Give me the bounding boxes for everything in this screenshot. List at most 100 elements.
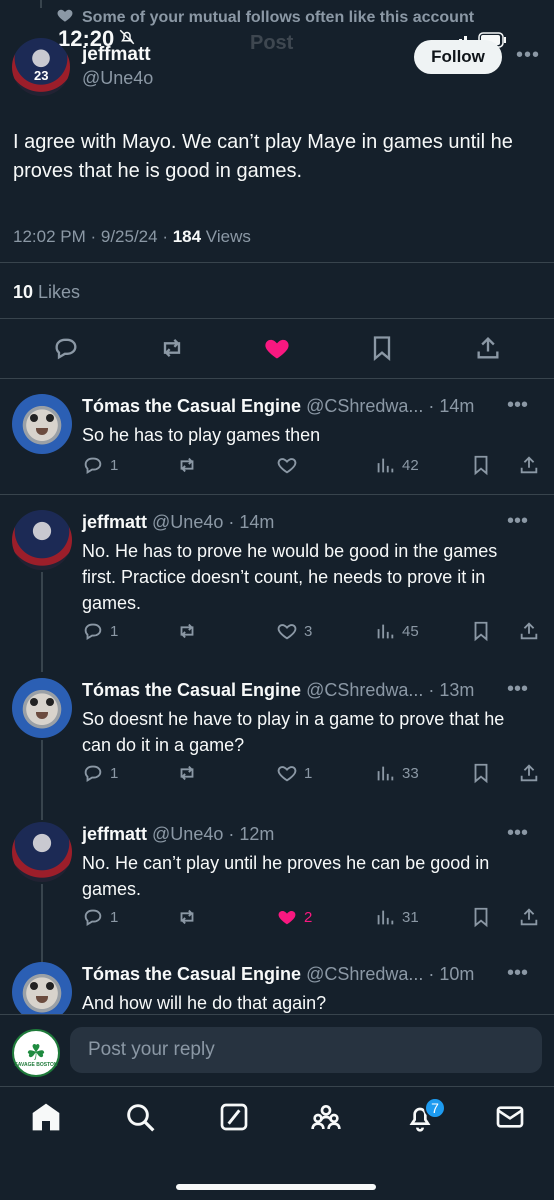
more-options-icon[interactable]: ••• [507,510,528,533]
more-options-icon[interactable]: ••• [507,822,528,845]
retweet-count[interactable] [176,906,204,928]
share-icon[interactable] [474,334,502,362]
reply-header: Tómas the Casual Engine @CShredwa... · 1… [82,396,474,417]
divider [0,262,554,263]
reply-input[interactable] [70,1027,542,1073]
bookmark-icon[interactable] [470,906,492,928]
views-count: 184 [172,227,202,246]
reply-icon[interactable] [52,334,80,362]
reply-author-name[interactable]: jeffmatt [82,824,147,844]
follow-button[interactable]: Follow [414,40,502,74]
bookmark-icon[interactable] [368,334,396,362]
divider [0,378,554,379]
reply-author-name[interactable]: Tómas the Casual Engine [82,680,301,700]
like-count[interactable] [276,454,304,476]
views-count[interactable]: 31 [374,906,419,928]
more-options-icon[interactable]: ••• [507,678,528,701]
reply-header: Tómas the Casual Engine @CShredwa... · 1… [82,680,474,701]
like-count[interactable]: 3 [276,620,312,642]
search-icon[interactable] [124,1101,158,1135]
reply-avatar[interactable] [12,822,72,882]
reply-header: Tómas the Casual Engine @CShredwa... · 1… [82,964,474,985]
reply-text: No. He has to prove he would be good in … [82,541,498,613]
views-count[interactable]: 42 [374,454,419,476]
reply-actions: 1 1 33 [82,762,542,788]
retweet-count[interactable] [176,454,204,476]
share-icon[interactable] [518,762,540,784]
bookmark-icon[interactable] [470,762,492,784]
reply-compose-bar: ☘ SAVAGE BOSTON [0,1014,554,1086]
thread-line-top [40,0,42,8]
author-handle[interactable]: @Une4o [82,68,153,89]
reply-count[interactable]: 1 [82,620,118,642]
reply-text: So doesnt he have to play in a game to p… [82,709,505,755]
home-icon[interactable] [30,1101,64,1135]
divider [0,318,554,319]
author-name[interactable]: jeffmatt [82,44,151,66]
reply-count[interactable]: 1 [82,906,118,928]
more-options-icon[interactable]: ••• [507,394,528,417]
author-avatar[interactable]: 23 [12,38,70,96]
views-icon [377,458,394,473]
reply-author-name[interactable]: Tómas the Casual Engine [82,964,301,984]
more-options-icon[interactable]: ••• [516,44,540,67]
reply-avatar[interactable] [12,510,72,570]
grok-icon[interactable] [218,1101,252,1135]
like-icon [277,458,297,474]
reply-item[interactable]: Tómas the Casual Engine @CShredwa... · 1… [0,962,554,1014]
reply-text: And how will he do that again? [82,993,327,1013]
post-metadata: 12:02 PM · 9/25/24 · 184 Views [13,227,251,247]
like-icon-filled[interactable] [263,334,291,362]
jersey-number: 23 [34,68,49,83]
share-icon[interactable] [518,620,540,642]
more-options-icon[interactable]: ••• [507,962,528,985]
reply-item[interactable]: jeffmatt @Une4o · 14m ••• No. He has to … [0,510,554,660]
reply-avatar[interactable] [12,394,72,454]
communities-icon[interactable] [310,1101,344,1135]
avatar-logo-text: SAVAGE BOSTON [14,1062,58,1068]
retweet-count[interactable] [176,620,204,642]
views-count[interactable]: 45 [374,620,419,642]
likes-summary[interactable]: 10 Likes [13,282,80,303]
retweet-icon[interactable] [158,334,186,362]
bottom-tab-bar: 7 [0,1086,554,1200]
reply-handle-time: @Une4o · 12m [152,824,275,844]
reply-author-name[interactable]: Tómas the Casual Engine [82,396,301,416]
bookmark-icon[interactable] [470,620,492,642]
share-icon[interactable] [518,906,540,928]
reply-count[interactable]: 1 [82,762,118,784]
reply-handle-time: @Une4o · 14m [152,512,275,532]
social-context-text: Some of your mutual follows often like t… [82,8,475,26]
reply-handle-time: @CShredwa... · 13m [306,680,475,700]
reply-item[interactable]: Tómas the Casual Engine @CShredwa... · 1… [0,394,554,494]
like-count[interactable]: 1 [276,762,312,784]
retweet-count[interactable] [176,762,204,784]
reply-author-name[interactable]: jeffmatt [82,512,147,532]
reply-handle-time: @CShredwa... · 14m [306,396,475,416]
reply-item[interactable]: jeffmatt @Une4o · 12m ••• No. He can’t p… [0,822,554,942]
retweet-icon [180,457,194,473]
reply-actions: 1 3 45 [82,620,542,646]
views-count[interactable]: 33 [374,762,419,784]
reply-header: jeffmatt @Une4o · 14m [82,512,274,533]
home-indicator[interactable] [176,1184,376,1190]
header-title: Post [250,32,294,54]
reply-text: No. He can’t play until he proves he can… [82,853,490,899]
likes-count: 10 [13,282,34,302]
reply-text: So he has to play games then [82,425,321,445]
bookmark-icon[interactable] [470,454,492,476]
post-text: I agree with Mayo. We can’t play Maye in… [13,131,513,182]
post-timestamp: 12:02 PM · 9/25/24 · [13,227,173,246]
reply-item[interactable]: Tómas the Casual Engine @CShredwa... · 1… [0,678,554,798]
like-count[interactable]: 2 [276,906,312,928]
my-avatar[interactable]: ☘ SAVAGE BOSTON [12,1029,60,1077]
reply-handle-time: @CShredwa... · 10m [306,964,475,984]
reply-count[interactable]: 1 [82,454,118,476]
reply-avatar[interactable] [12,678,72,738]
reply-avatar[interactable] [12,962,72,1014]
share-icon[interactable] [518,454,540,476]
likes-label: Likes [33,282,81,302]
messages-icon[interactable] [494,1101,528,1135]
shamrock-icon: ☘ [26,1040,46,1065]
reply-actions: 1 2 31 [82,906,542,932]
